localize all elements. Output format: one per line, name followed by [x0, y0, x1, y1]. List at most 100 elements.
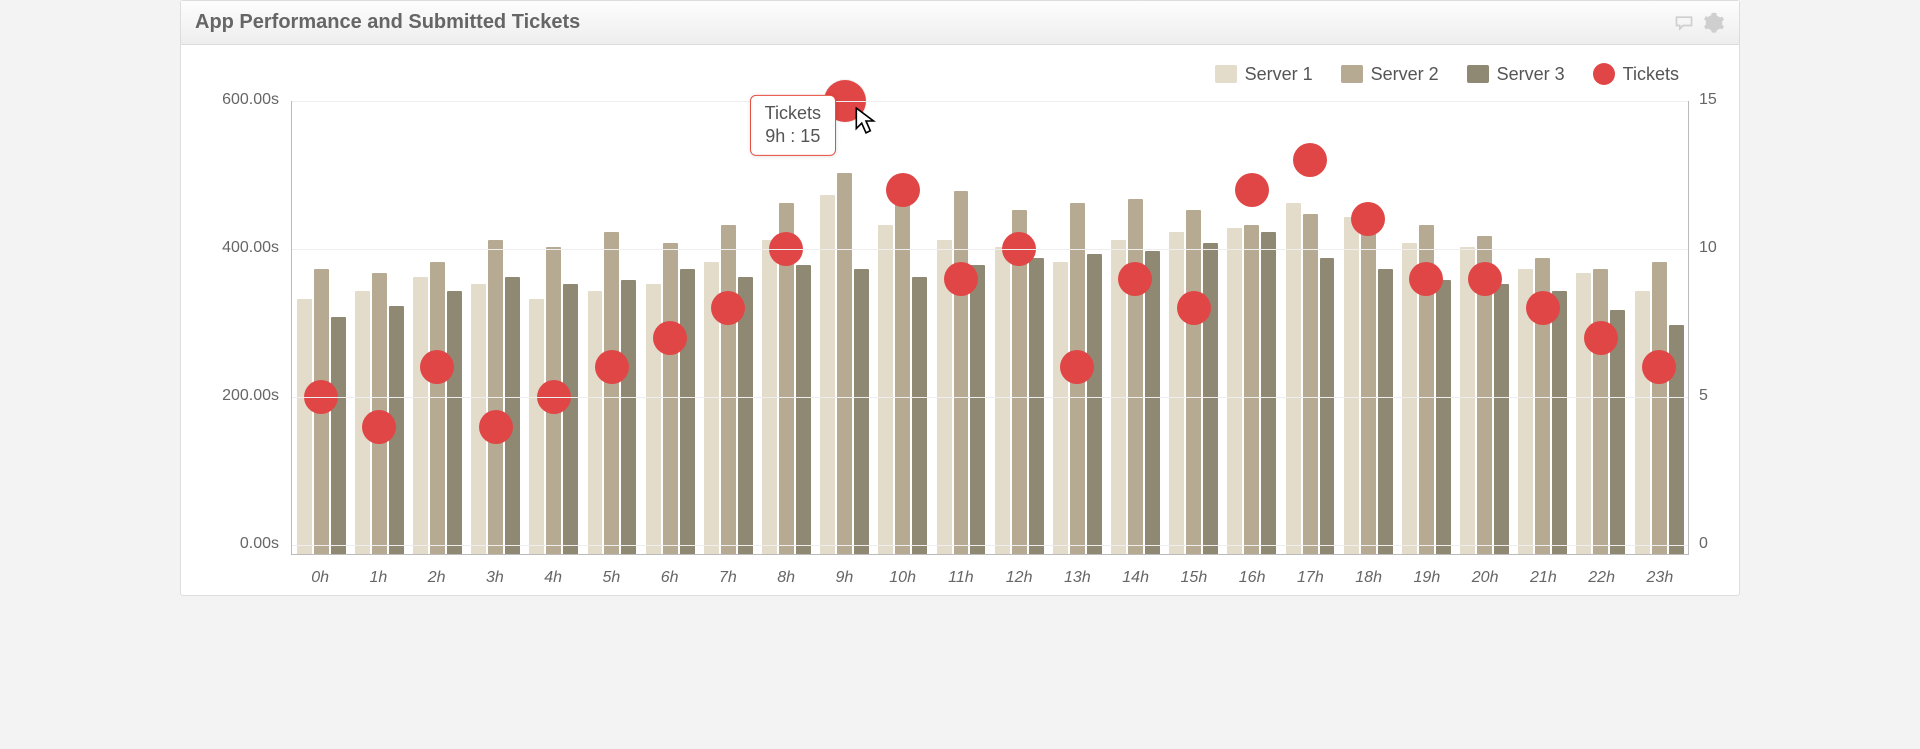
bar-server3[interactable]	[1029, 258, 1044, 554]
bar-server3[interactable]	[563, 284, 578, 554]
gridline	[292, 101, 1688, 102]
panel-title: App Performance and Submitted Tickets	[195, 11, 580, 34]
legend-item-tickets[interactable]: Tickets	[1593, 63, 1679, 85]
bar-server2[interactable]	[721, 225, 736, 554]
bar-server2[interactable]	[837, 173, 852, 554]
legend-label: Server 1	[1245, 64, 1313, 85]
ticket-dot[interactable]	[362, 410, 396, 444]
bar-server3[interactable]	[912, 277, 927, 555]
ticket-dot[interactable]	[1118, 262, 1152, 296]
ticket-dot[interactable]	[711, 291, 745, 325]
bar-server1[interactable]	[1053, 262, 1068, 554]
y-right-tick-label: 10	[1699, 239, 1739, 257]
bar-server2[interactable]	[1652, 262, 1667, 554]
bar-server2[interactable]	[954, 191, 969, 554]
bar-server1[interactable]	[1635, 291, 1650, 554]
bar-server2[interactable]	[1128, 199, 1143, 554]
bar-group	[874, 101, 932, 554]
bar-server2[interactable]	[895, 199, 910, 554]
bar-server1[interactable]	[1169, 232, 1184, 554]
ticket-dot[interactable]	[1293, 143, 1327, 177]
y-left-tick-label: 600.00s	[181, 91, 279, 109]
bar-server2[interactable]	[1244, 225, 1259, 554]
bar-server3[interactable]	[331, 317, 346, 554]
bar-server2[interactable]	[430, 262, 445, 554]
x-tick-label: 11h	[932, 559, 990, 595]
x-tick-label: 6h	[641, 559, 699, 595]
ticket-dot[interactable]	[1177, 291, 1211, 325]
bar-server3[interactable]	[621, 280, 636, 554]
bar-server1[interactable]	[413, 277, 428, 555]
bar-group	[1397, 101, 1455, 554]
bar-server1[interactable]	[995, 247, 1010, 554]
bar-server3[interactable]	[796, 265, 811, 554]
chart-plot-area[interactable]: Tickets9h : 15	[291, 101, 1689, 555]
bar-server3[interactable]	[1087, 254, 1102, 554]
ticket-dot[interactable]	[1409, 262, 1443, 296]
bar-server3[interactable]	[1261, 232, 1276, 554]
ticket-dot[interactable]	[1584, 321, 1618, 355]
ticket-dot[interactable]	[420, 350, 454, 384]
bar-server1[interactable]	[588, 291, 603, 554]
bar-server1[interactable]	[1344, 217, 1359, 554]
ticket-dot[interactable]	[1060, 350, 1094, 384]
bar-group	[699, 101, 757, 554]
bar-group	[990, 101, 1048, 554]
ticket-dot[interactable]	[944, 262, 978, 296]
ticket-dot[interactable]	[1351, 202, 1385, 236]
bar-server3[interactable]	[1145, 251, 1160, 554]
bar-server3[interactable]	[854, 269, 869, 554]
ticket-dot[interactable]	[653, 321, 687, 355]
legend-item-server2[interactable]: Server 2	[1341, 64, 1439, 85]
bar-server1[interactable]	[1286, 203, 1301, 555]
bar-group	[1048, 101, 1106, 554]
bar-server1[interactable]	[529, 299, 544, 554]
bar-server1[interactable]	[297, 299, 312, 554]
y-left-tick-label: 400.00s	[181, 239, 279, 257]
x-tick-label: 7h	[699, 559, 757, 595]
bar-server3[interactable]	[1494, 284, 1509, 554]
x-tick-label: 14h	[1107, 559, 1165, 595]
gridline	[292, 397, 1688, 398]
ticket-dot[interactable]	[886, 173, 920, 207]
bar-server2[interactable]	[1593, 269, 1608, 554]
ticket-dot[interactable]	[479, 410, 513, 444]
gridline	[292, 545, 1688, 546]
bar-group: Tickets9h : 15	[816, 101, 874, 554]
bar-server3[interactable]	[1436, 280, 1451, 554]
bar-server3[interactable]	[1320, 258, 1335, 554]
bar-server2[interactable]	[1186, 210, 1201, 554]
x-tick-label: 0h	[291, 559, 349, 595]
legend-label: Server 2	[1371, 64, 1439, 85]
legend-item-server3[interactable]: Server 3	[1467, 64, 1565, 85]
ticket-dot[interactable]	[1468, 262, 1502, 296]
bar-server3[interactable]	[1552, 291, 1567, 554]
x-tick-label: 18h	[1340, 559, 1398, 595]
bar-server2[interactable]	[604, 232, 619, 554]
bar-server2[interactable]	[1361, 228, 1376, 554]
ticket-dot[interactable]	[1642, 350, 1676, 384]
ticket-dot[interactable]	[1235, 173, 1269, 207]
x-tick-label: 23h	[1631, 559, 1689, 595]
legend-item-server1[interactable]: Server 1	[1215, 64, 1313, 85]
bar-server3[interactable]	[447, 291, 462, 554]
x-tick-label: 1h	[349, 559, 407, 595]
bar-server3[interactable]	[1203, 243, 1218, 554]
bar-server2[interactable]	[663, 243, 678, 554]
y-left-tick-label: 200.00s	[181, 387, 279, 405]
gear-icon[interactable]	[1703, 13, 1725, 33]
bar-server3[interactable]	[680, 269, 695, 554]
bar-group	[1455, 101, 1513, 554]
bar-server3[interactable]	[970, 265, 985, 554]
comment-icon[interactable]	[1673, 13, 1695, 33]
bar-server1[interactable]	[878, 225, 893, 554]
x-axis-labels: 0h1h2h3h4h5h6h7h8h9h10h11h12h13h14h15h16…	[291, 559, 1689, 595]
bar-server3[interactable]	[1378, 269, 1393, 554]
ticket-dot[interactable]	[595, 350, 629, 384]
bar-server1[interactable]	[1460, 247, 1475, 554]
bar-server2[interactable]	[1303, 214, 1318, 554]
x-tick-label: 5h	[582, 559, 640, 595]
ticket-dot[interactable]	[1526, 291, 1560, 325]
bar-server1[interactable]	[1576, 273, 1591, 554]
bar-server1[interactable]	[1227, 228, 1242, 554]
